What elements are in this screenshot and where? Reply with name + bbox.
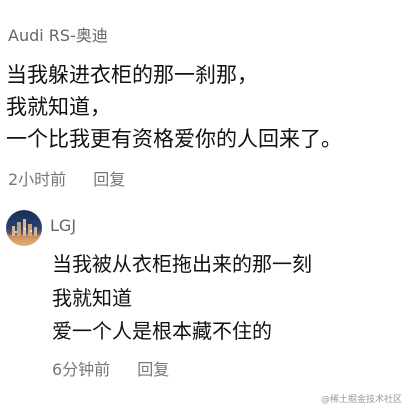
comment-line-3: 一个比我更有资格爱你的人回来了。 xyxy=(6,127,342,151)
watermark: @稀土掘金技术社区 xyxy=(320,395,402,405)
comment-line-1: 当我躲进衣柜的那一刹那， xyxy=(6,63,258,87)
city-night-avatar-icon xyxy=(6,219,42,246)
comment-reply-button[interactable]: 回复 xyxy=(93,170,125,189)
reply-meta: 6分钟前 回复 xyxy=(52,360,169,380)
reply-line-2: 我就知道 xyxy=(52,286,132,310)
reply-line-3: 爱一个人是根本藏不住的 xyxy=(52,319,272,343)
comment-time: 2小时前 xyxy=(8,170,67,189)
comment-meta: 2小时前 回复 xyxy=(8,170,125,190)
reply-username[interactable]: LGJ xyxy=(50,216,76,236)
reply-line-1: 当我被从衣柜拖出来的那一刻 xyxy=(52,252,312,276)
comment-username[interactable]: Audi RS-奥迪 xyxy=(8,26,108,46)
avatar[interactable] xyxy=(6,210,42,246)
reply-time: 6分钟前 xyxy=(52,360,111,379)
comment-line-2: 我就知道， xyxy=(6,95,111,119)
reply-reply-button[interactable]: 回复 xyxy=(137,360,169,379)
